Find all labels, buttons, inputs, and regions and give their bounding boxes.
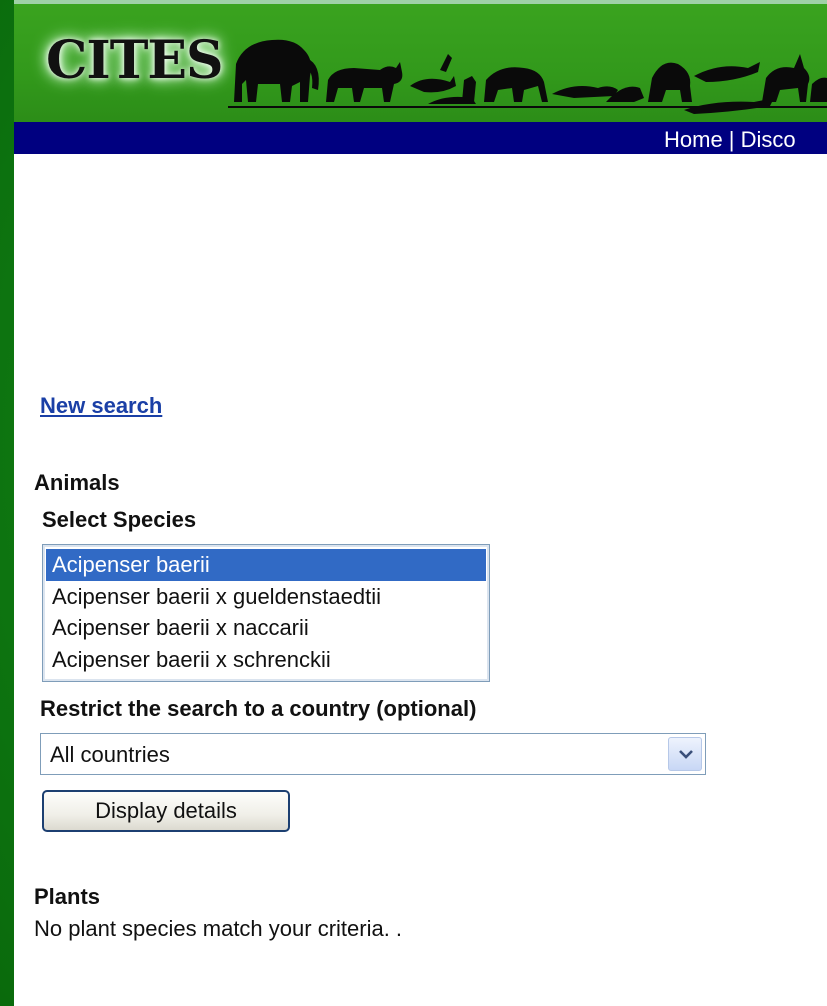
species-option[interactable]: Acipenser baerii xyxy=(46,549,486,581)
species-option[interactable]: Acipenser baerii x gueldenstaedtii xyxy=(46,581,486,613)
species-listbox[interactable]: Acipenser baerii Acipenser baerii x guel… xyxy=(42,544,490,682)
species-option[interactable]: Acipenser baerii x schrenckii xyxy=(46,644,486,676)
cites-logo: CITES xyxy=(46,30,224,91)
nav-links[interactable]: Home | Disco xyxy=(664,127,796,153)
site-banner: CITES xyxy=(14,4,827,122)
new-search-link[interactable]: New search xyxy=(40,393,162,419)
country-dropdown[interactable]: All countries xyxy=(40,733,706,775)
country-restrict-label: Restrict the search to a country (option… xyxy=(40,696,477,721)
display-details-button[interactable]: Display details xyxy=(42,790,290,832)
chevron-down-icon xyxy=(679,750,693,759)
country-dropdown-value: All countries xyxy=(50,742,170,767)
plants-no-results-message: No plant species match your criteria. . xyxy=(34,916,403,941)
select-species-label: Select Species xyxy=(42,507,197,532)
species-option[interactable]: Acipenser baerii x naccarii xyxy=(46,612,486,644)
top-nav-bar: Home | Disco xyxy=(14,122,827,154)
plants-heading: Plants xyxy=(34,884,101,909)
animals-heading: Animals xyxy=(34,470,120,495)
page: CITES Home | Disco New search Animals Se… xyxy=(14,0,827,1006)
dropdown-arrow-button[interactable] xyxy=(668,737,702,771)
animal-silhouettes-icon xyxy=(228,39,827,114)
